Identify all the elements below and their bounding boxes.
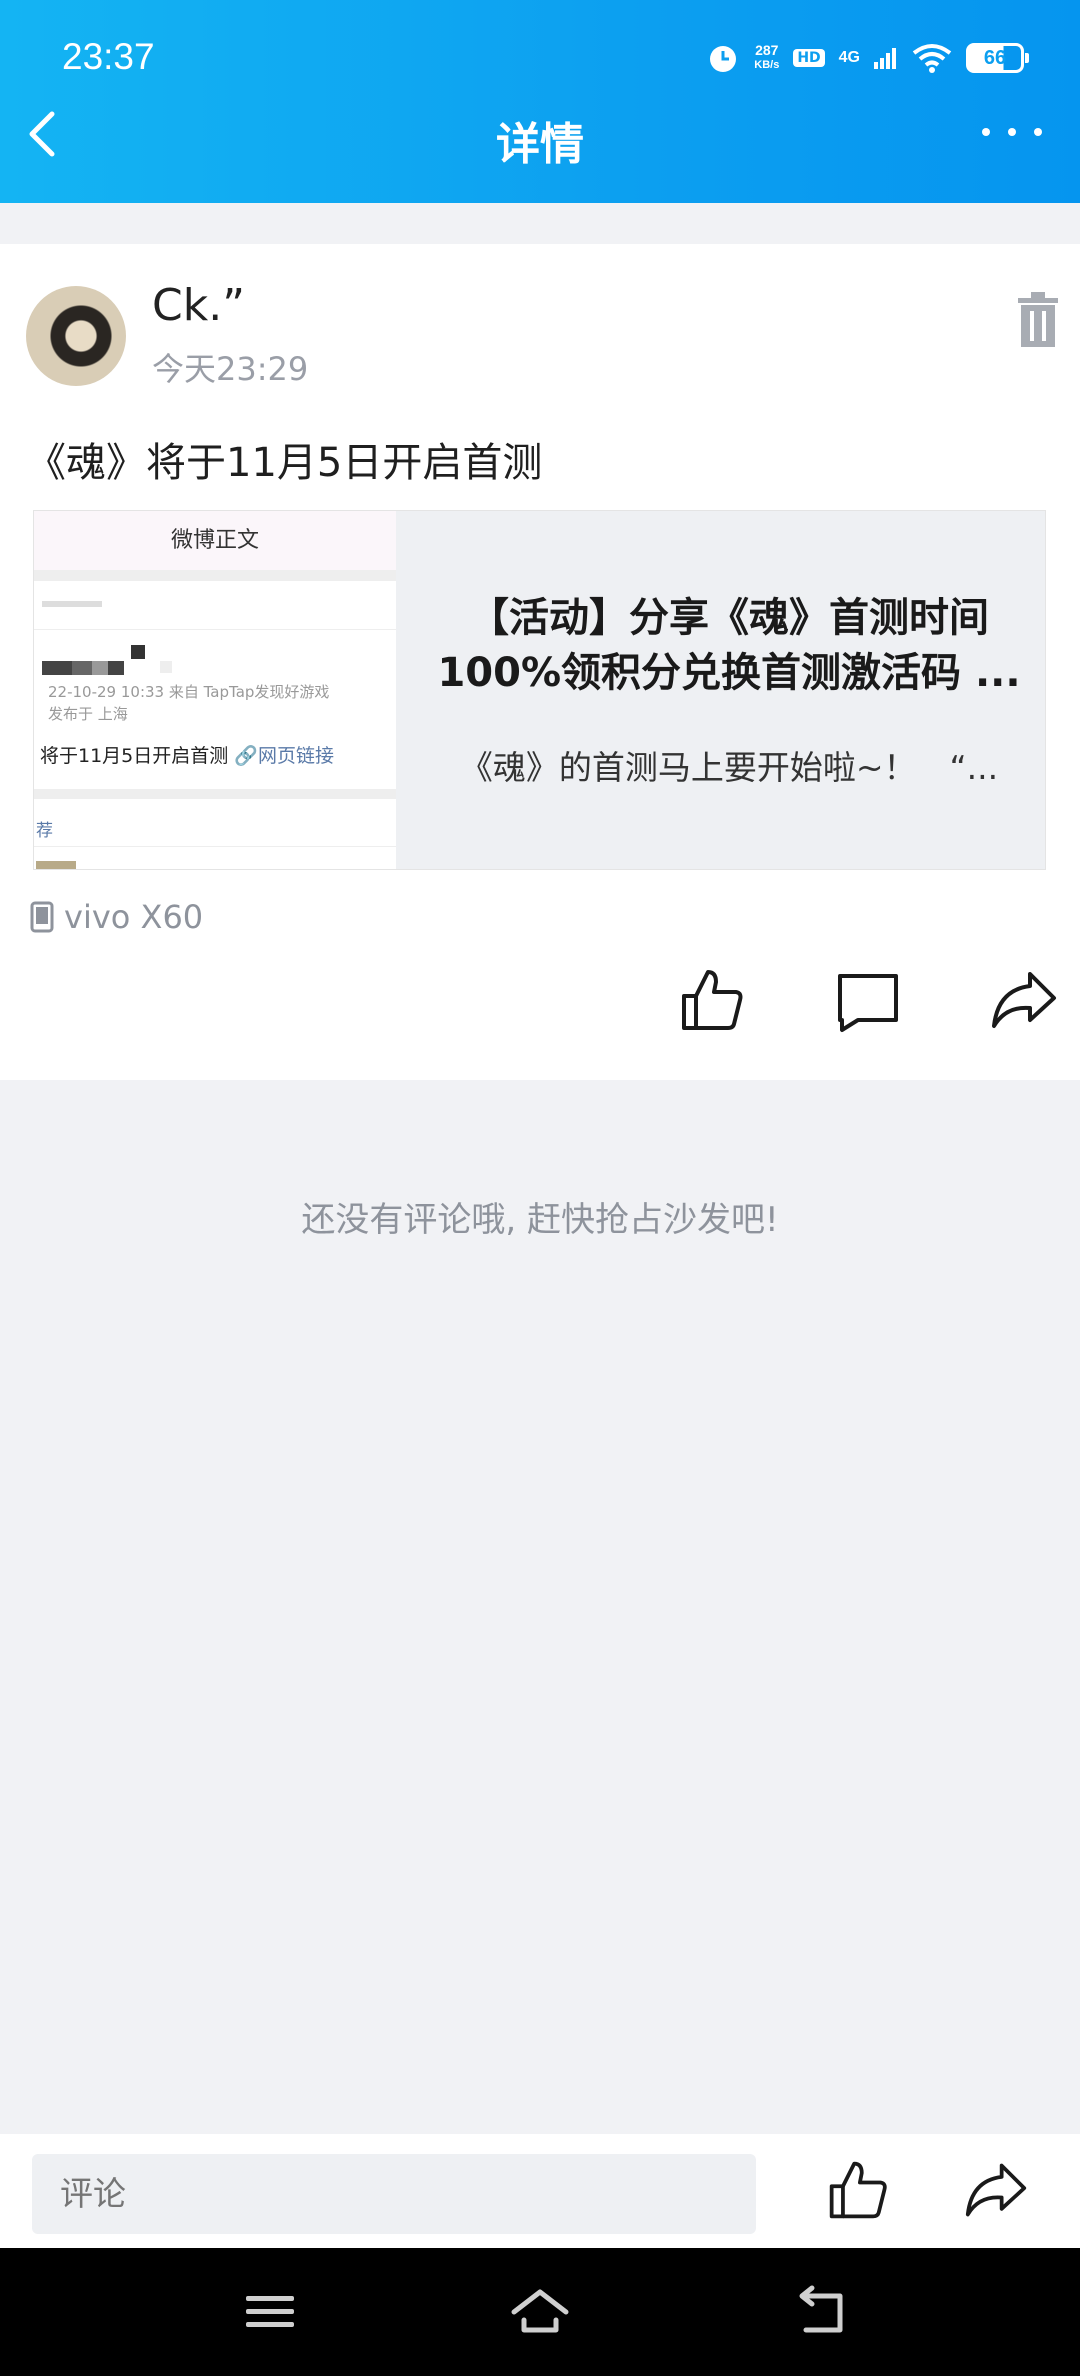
network-type: 4G bbox=[838, 49, 860, 66]
dot-icon bbox=[1034, 128, 1042, 136]
share-description: 《魂》的首测马上要开始啦~！ “... bbox=[459, 748, 999, 787]
delete-icon[interactable] bbox=[1016, 292, 1060, 348]
status-time: 23:37 bbox=[62, 36, 155, 77]
blurred-content bbox=[131, 645, 145, 659]
thumb-recommend: 荐 bbox=[36, 821, 53, 841]
divider bbox=[34, 846, 396, 847]
page-title: 详情 bbox=[496, 119, 584, 170]
share-title: 【活动】分享《魂》首测时间 100%领积分兑换首测激活码 ... bbox=[437, 595, 1021, 696]
post-time: 今天23:29 bbox=[152, 350, 309, 388]
system-nav-bar bbox=[0, 2248, 1080, 2376]
blurred-content bbox=[160, 661, 172, 673]
phone-icon bbox=[30, 901, 54, 933]
divider bbox=[34, 571, 396, 581]
thumb-header: 微博正文 bbox=[34, 511, 396, 571]
blurred-content bbox=[72, 661, 92, 675]
device-info: vivo X60 bbox=[30, 898, 203, 936]
post-actions bbox=[0, 966, 1080, 1046]
battery-indicator: 66 bbox=[966, 43, 1029, 73]
empty-comments-message: 还没有评论哦, 赶快抢占沙发吧! bbox=[301, 1200, 779, 1240]
post-card: Ck.” 今天23:29 《魂》将于11月5日开启首测 微博正文 22-10-2… bbox=[0, 244, 1080, 1080]
device-name: vivo X60 bbox=[64, 898, 204, 936]
share-icon[interactable] bbox=[990, 966, 1058, 1034]
thumb-body: 将于11月5日开启首测 🔗网页链接 bbox=[40, 745, 334, 767]
dot-icon bbox=[982, 128, 990, 136]
blurred-content bbox=[42, 601, 102, 607]
hd-badge: HD bbox=[793, 49, 825, 67]
more-options-button[interactable] bbox=[982, 122, 1042, 142]
blurred-content bbox=[36, 861, 76, 869]
wifi-icon bbox=[912, 44, 952, 73]
blurred-content bbox=[92, 661, 108, 675]
net-speed: 287 KB/s bbox=[754, 42, 780, 72]
thumb-meta: 22-10-29 10:33 来自 TapTap发现好游戏 bbox=[48, 683, 330, 701]
share-thumbnail: 微博正文 22-10-29 10:33 来自 TapTap发现好游戏 发布于 上… bbox=[34, 511, 396, 869]
home-icon[interactable] bbox=[508, 2284, 572, 2340]
alarm-icon bbox=[710, 46, 737, 72]
signal-icon bbox=[874, 48, 896, 69]
avatar[interactable] bbox=[26, 286, 126, 386]
like-icon[interactable] bbox=[826, 2158, 890, 2222]
top-header: 23:37 287 KB/s HD 4G 66 详情 bbox=[0, 0, 1080, 203]
blurred-content bbox=[34, 629, 396, 630]
status-icons: 287 KB/s HD 4G 66 bbox=[706, 36, 1029, 80]
dot-icon bbox=[1008, 128, 1016, 136]
divider bbox=[34, 789, 396, 799]
comment-bar bbox=[0, 2134, 1080, 2248]
blurred-content bbox=[42, 661, 72, 675]
like-icon[interactable] bbox=[678, 966, 746, 1034]
share-icon[interactable] bbox=[964, 2158, 1028, 2222]
menu-icon[interactable] bbox=[238, 2284, 302, 2340]
blurred-content bbox=[108, 661, 124, 675]
username[interactable]: Ck.” bbox=[152, 280, 245, 331]
thumb-meta: 发布于 上海 bbox=[48, 705, 128, 723]
post-text: 《魂》将于11月5日开启首测 bbox=[26, 440, 543, 486]
back-nav-icon[interactable] bbox=[792, 2284, 856, 2340]
comment-input[interactable] bbox=[32, 2154, 756, 2234]
shared-link-card[interactable]: 微博正文 22-10-29 10:33 来自 TapTap发现好游戏 发布于 上… bbox=[33, 510, 1046, 870]
comment-icon[interactable] bbox=[834, 966, 902, 1034]
